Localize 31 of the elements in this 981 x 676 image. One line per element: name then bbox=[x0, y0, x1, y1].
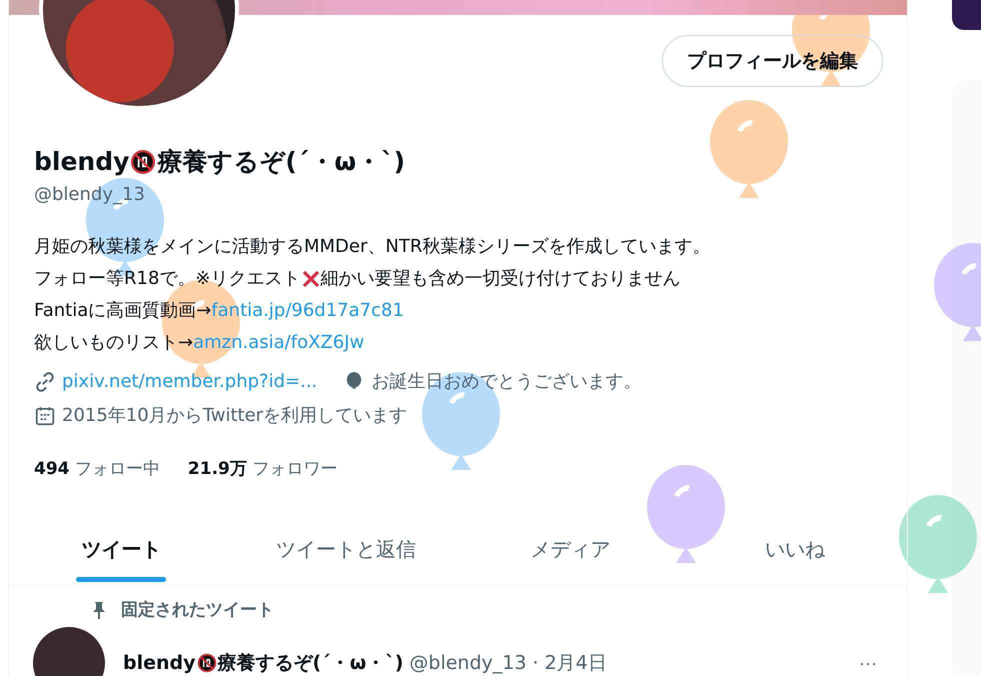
display-name-suffix: 療養するぞ(´・ω・`) bbox=[157, 146, 406, 178]
joined-text: 2015年10月からTwitterを利用しています bbox=[62, 405, 408, 427]
more-button[interactable]: ··· bbox=[853, 652, 883, 674]
display-name: blendy bbox=[34, 147, 130, 176]
profile-tab[interactable]: メディア bbox=[530, 522, 610, 577]
author-handle: @blendy_13 · 2月4日 bbox=[409, 651, 607, 676]
profile-tab[interactable]: ツイート bbox=[81, 522, 162, 577]
handle: @blendy_13 bbox=[34, 184, 146, 205]
bio-text: Fantiaに高画質動画→ bbox=[34, 299, 212, 323]
link-icon bbox=[34, 371, 56, 393]
profile-tab[interactable]: いいね bbox=[764, 522, 825, 577]
bio-text: 月姫の秋葉様をメインに活動するMMDer、NTR秋葉様シリーズを作成しています。 bbox=[34, 235, 710, 259]
balloon-icon bbox=[897, 495, 979, 595]
following-link[interactable]: 494 フォロー中 bbox=[34, 457, 160, 480]
edit-profile-button[interactable]: プロフィールを編集 bbox=[662, 35, 883, 87]
profile-tab[interactable]: ツイートと返信 bbox=[276, 522, 416, 577]
followers-link[interactable]: 21.9万 フォロワー bbox=[188, 457, 338, 480]
cross-icon bbox=[300, 269, 320, 289]
author-name[interactable]: blendy bbox=[123, 652, 196, 674]
balloon-icon bbox=[708, 100, 790, 200]
sidebar-card bbox=[952, 0, 981, 30]
birthday-text: お誕生日おめでとうございます。 bbox=[371, 371, 642, 393]
bio-text: フォロー等R18で。※リクエスト bbox=[34, 267, 300, 291]
no-eighteen-icon bbox=[130, 148, 156, 174]
calendar-icon bbox=[34, 405, 56, 427]
balloon-icon bbox=[645, 465, 727, 565]
bio-text: 欲しいものリスト→ bbox=[34, 331, 194, 355]
pinned-label: 固定されたツイート bbox=[121, 599, 274, 621]
author-name-suffix: 療養するぞ(´・ω・`) bbox=[218, 651, 404, 676]
bio-text: 細かい要望も含め一切受け付けておりません bbox=[320, 267, 680, 291]
no-eighteen-icon bbox=[196, 653, 217, 673]
